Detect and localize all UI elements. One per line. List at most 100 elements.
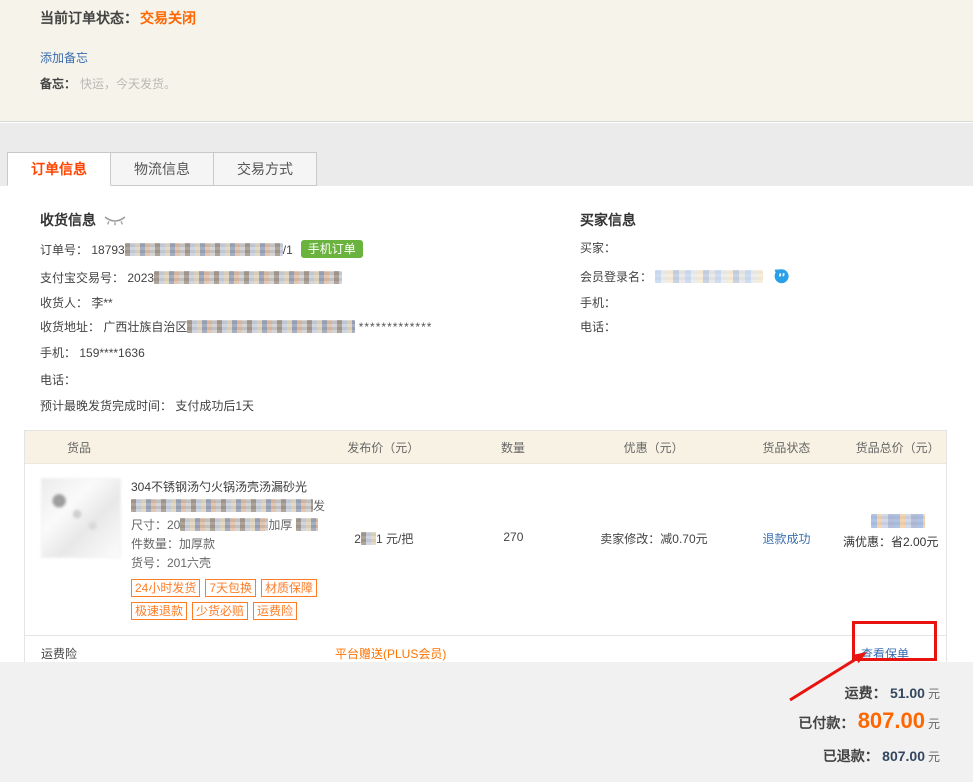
buyer-phone-label: 电话： bbox=[580, 320, 616, 334]
discount-cell: 卖家修改：减0.70元 bbox=[584, 478, 724, 625]
total-cell: 满优惠：省2.00元 bbox=[849, 478, 946, 625]
order-status-line: 当前订单状态：交易关闭 bbox=[40, 8, 196, 28]
login-line: 会员登录名： bbox=[580, 268, 790, 285]
insurance-source: 平台赠送(PLUS会员) bbox=[335, 645, 446, 662]
order-detail-page: 当前订单状态：交易关闭 添加备忘 备忘： 快运，今天发货。 订单信息 物流信息 交… bbox=[0, 0, 973, 782]
address-prefix: 广西壮族自治区 bbox=[103, 320, 187, 334]
product-table: 货品 发布价（元） 数量 优惠（元） 货品状态 货品总价（元） 304不锈钢汤勺… bbox=[24, 430, 947, 670]
badge-24h-ship: 24小时发货 bbox=[131, 579, 200, 597]
badge-7day-exchange: 7天包换 bbox=[205, 579, 256, 597]
view-policy-link[interactable]: 查看保单 bbox=[861, 645, 909, 662]
address-label: 收货地址： bbox=[40, 320, 100, 334]
shipping-info-title: 收货信息 bbox=[40, 210, 126, 230]
shipping-fee-row: 运费： 51.00元 bbox=[845, 683, 940, 703]
price-cell: 2 1 元/把 bbox=[325, 478, 443, 625]
receiver-line: 收货人： 李** bbox=[40, 295, 113, 311]
alipay-label: 支付宝交易号： bbox=[40, 271, 124, 285]
latest-ship-label: 预计最晚发货完成时间： bbox=[40, 399, 172, 413]
badge-shipping-insurance: 运费险 bbox=[253, 602, 297, 620]
product-size-line: 尺寸：20 加厚 bbox=[131, 516, 336, 535]
product-cell: 304不锈钢汤勺火锅汤壳汤漏砂光 发 尺寸：20加厚 件数量：加厚款 货号：20… bbox=[25, 478, 325, 625]
badge-fast-refund: 极速退款 bbox=[131, 602, 187, 620]
mobile-label: 手机： bbox=[40, 346, 76, 360]
mobile-value: 159****1636 bbox=[79, 346, 144, 360]
address-line: 收货地址： 广西壮族自治区 ************* bbox=[40, 319, 432, 335]
table-header-row: 货品 发布价（元） 数量 优惠（元） 货品状态 货品总价（元） bbox=[25, 431, 946, 464]
add-memo-link[interactable]: 添加备忘 bbox=[40, 49, 88, 66]
price-unit: 元/把 bbox=[386, 532, 413, 546]
order-info-panel: 收货信息 订单号： 18793/1手机订单 支付宝交易号： 2023 收货人： … bbox=[0, 186, 973, 662]
login-label: 会员登录名： bbox=[580, 270, 652, 284]
tab-trade-method[interactable]: 交易方式 bbox=[213, 152, 317, 186]
refunded-label: 已退款： bbox=[823, 748, 879, 764]
memo-value: 快运，今天发货。 bbox=[80, 77, 176, 91]
address-masked: ************* bbox=[359, 320, 433, 334]
eye-closed-icon[interactable] bbox=[104, 214, 126, 226]
totals-section: 运费： 51.00元 已付款： 807.00元 已退款： 807.00元 bbox=[0, 662, 973, 782]
promo-line: 满优惠：省2.00元 bbox=[835, 533, 946, 550]
wangwang-chat-icon[interactable] bbox=[773, 268, 790, 285]
product-pieces-line: 件数量：加厚款 bbox=[131, 535, 336, 554]
paid-label: 已付款： bbox=[798, 715, 854, 731]
memo-label: 备忘： bbox=[40, 77, 76, 91]
paid-value: 807.00 bbox=[858, 708, 925, 733]
product-thumbnail[interactable] bbox=[41, 478, 121, 558]
shipping-fee-unit: 元 bbox=[928, 687, 940, 701]
product-size-censored bbox=[180, 518, 268, 531]
order-status-value: 交易关闭 bbox=[140, 10, 196, 26]
buyer-line: 买家： bbox=[580, 240, 616, 256]
buyer-mobile-label: 手机： bbox=[580, 296, 616, 310]
price-censored bbox=[361, 532, 376, 545]
phone-line: 电话： bbox=[40, 372, 76, 388]
header-status: 货品状态 bbox=[724, 439, 850, 456]
phone-label: 电话： bbox=[40, 373, 76, 387]
order-number-label: 订单号： bbox=[40, 243, 88, 257]
order-status-section: 当前订单状态：交易关闭 添加备忘 备忘： 快运，今天发货。 bbox=[0, 0, 973, 122]
alipay-prefix: 2023 bbox=[127, 271, 154, 285]
product-row: 304不锈钢汤勺火锅汤壳汤漏砂光 发 尺寸：20 加厚 件数量：加厚款 货号：20… bbox=[25, 464, 946, 635]
login-censored bbox=[655, 270, 763, 283]
header-product: 货品 bbox=[25, 439, 324, 456]
product-title-censored bbox=[131, 499, 313, 512]
service-badges: 24小时发货7天包换材质保障极速退款少货必赔运费险 bbox=[131, 579, 351, 625]
price-end: 1 bbox=[376, 532, 383, 546]
product-size-censored2 bbox=[296, 518, 318, 531]
order-status-label: 当前订单状态： bbox=[40, 10, 138, 26]
order-number-prefix: 18793 bbox=[91, 243, 124, 257]
buyer-phone-line: 电话： bbox=[580, 319, 616, 335]
paid-row: 已付款： 807.00元 bbox=[798, 708, 940, 734]
shipping-fee-value: 51.00 bbox=[890, 685, 925, 701]
total-price-censored bbox=[871, 514, 925, 528]
status-cell: 退款成功 bbox=[724, 478, 850, 625]
shipping-info-title-text: 收货信息 bbox=[40, 212, 96, 228]
tab-strip: 订单信息 物流信息 交易方式 bbox=[0, 123, 973, 186]
price-start: 2 bbox=[354, 532, 361, 546]
tab-logistics-info[interactable]: 物流信息 bbox=[110, 152, 214, 186]
memo-line: 备忘： 快运，今天发货。 bbox=[40, 75, 176, 92]
order-number-line: 订单号： 18793/1手机订单 bbox=[40, 240, 363, 258]
badge-material-guarantee: 材质保障 bbox=[261, 579, 317, 597]
receiver-value: 李** bbox=[91, 296, 112, 310]
header-discount: 优惠（元） bbox=[584, 439, 724, 456]
refunded-unit: 元 bbox=[928, 750, 940, 764]
tab-order-info[interactable]: 订单信息 bbox=[7, 152, 111, 186]
product-title-line2: 发 bbox=[131, 497, 336, 516]
refunded-row: 已退款： 807.00元 bbox=[823, 746, 940, 766]
alipay-line: 支付宝交易号： 2023 bbox=[40, 270, 342, 286]
header-quantity: 数量 bbox=[442, 439, 584, 456]
refund-success-link[interactable]: 退款成功 bbox=[763, 532, 811, 546]
buyer-info-title: 买家信息 bbox=[580, 210, 636, 230]
product-text: 304不锈钢汤勺火锅汤壳汤漏砂光 发 尺寸：20 加厚 件数量：加厚款 货号：20… bbox=[131, 478, 336, 625]
product-title-line1: 304不锈钢汤勺火锅汤壳汤漏砂光 bbox=[131, 478, 336, 497]
buyer-label: 买家： bbox=[580, 241, 616, 255]
shipping-fee-label: 运费： bbox=[845, 685, 887, 701]
quantity-cell: 270 bbox=[443, 478, 585, 625]
product-size-tail: 加厚 bbox=[268, 518, 292, 532]
product-itemno-line: 货号：201六壳 bbox=[131, 554, 336, 573]
address-censored bbox=[187, 320, 355, 333]
latest-ship-value: 支付成功后1天 bbox=[175, 399, 254, 413]
order-number-censored bbox=[125, 243, 283, 256]
refunded-value: 807.00 bbox=[882, 748, 925, 764]
product-size-label: 尺寸：20 bbox=[131, 518, 180, 532]
header-total: 货品总价（元） bbox=[849, 439, 946, 456]
